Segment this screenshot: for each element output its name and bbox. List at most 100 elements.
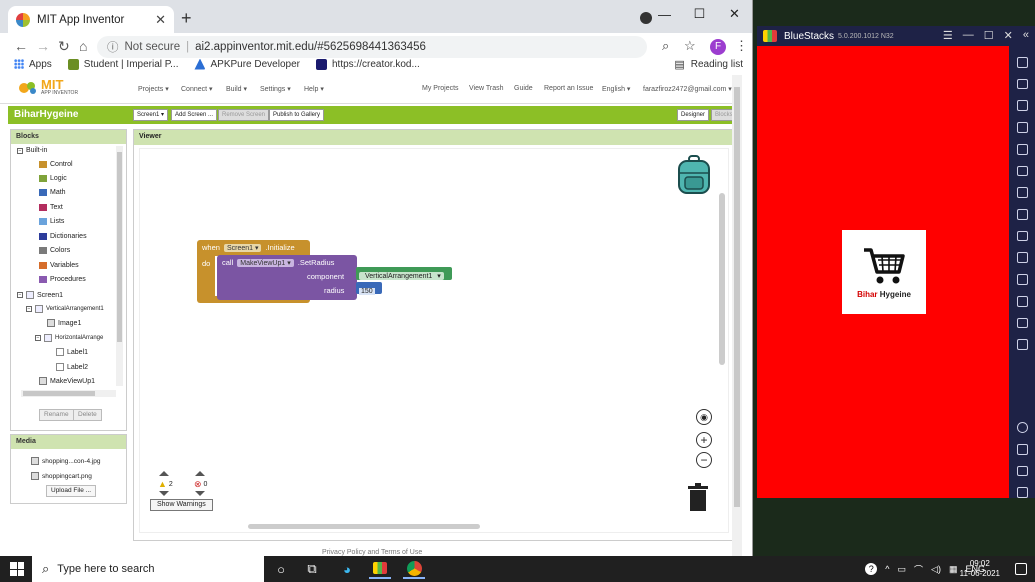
tree-screen1[interactable]: − Screen1 bbox=[17, 291, 63, 299]
menu-connect[interactable]: Connect ▾ bbox=[181, 85, 213, 93]
menu-projects[interactable]: Projects ▾ bbox=[138, 85, 169, 93]
bookmark-star-icon[interactable]: ☆ bbox=[684, 38, 696, 54]
gamepad-icon[interactable] bbox=[1016, 209, 1028, 220]
event-component-dropdown[interactable]: Screen1 ▾ bbox=[223, 243, 262, 252]
fullscreen-icon[interactable] bbox=[1016, 57, 1028, 68]
menu-view-trash[interactable]: View Trash bbox=[469, 85, 504, 92]
chrome-taskbar-icon[interactable] bbox=[403, 559, 425, 579]
tree-item-colors[interactable]: Colors bbox=[39, 247, 70, 254]
bs-maximize-icon[interactable]: ☐ bbox=[984, 29, 994, 42]
windows-start-icon[interactable] bbox=[10, 562, 24, 576]
bs-close-icon[interactable]: ✕ bbox=[1004, 29, 1013, 42]
task-view-icon[interactable]: ⧉ bbox=[301, 559, 323, 579]
publish-gallery-button[interactable]: Publish to Gallery bbox=[269, 109, 325, 121]
scrollbar-thumb[interactable] bbox=[23, 391, 95, 396]
collapse-icon[interactable]: − bbox=[26, 306, 32, 312]
close-tab-icon[interactable]: ✕ bbox=[155, 12, 166, 28]
bs-minimize-icon[interactable]: — bbox=[963, 29, 974, 42]
collapse-icon[interactable]: − bbox=[17, 147, 23, 154]
scrollbar-thumb[interactable] bbox=[117, 152, 122, 342]
add-screen-button[interactable]: Add Screen ... bbox=[171, 109, 218, 121]
edge-icon[interactable]: ◕ bbox=[336, 559, 358, 579]
tree-image1[interactable]: Image1 bbox=[47, 319, 81, 327]
tree-label1[interactable]: Label1 bbox=[56, 348, 88, 356]
tree-item-variables[interactable]: Variables bbox=[39, 262, 79, 269]
reading-list[interactable]: ▤ Reading list bbox=[674, 54, 743, 74]
component-value-block[interactable]: VerticalArrangement1 ▾ bbox=[356, 267, 452, 280]
delete-button[interactable]: Delete bbox=[73, 409, 102, 421]
scrollbar-thumb[interactable] bbox=[734, 87, 740, 507]
notification-center-icon[interactable] bbox=[1015, 563, 1027, 575]
prev-error-icon[interactable] bbox=[195, 471, 205, 476]
tree-builtin[interactable]: − Built-in bbox=[17, 147, 47, 154]
media-item[interactable]: shopping...con-4.jpg bbox=[31, 457, 101, 465]
volume-down-icon[interactable] bbox=[1016, 100, 1028, 112]
tree-item-dictionaries[interactable]: Dictionaries bbox=[39, 233, 87, 240]
bluestacks-taskbar-icon[interactable] bbox=[369, 559, 391, 579]
menu-build[interactable]: Build ▾ bbox=[226, 85, 247, 93]
taskbar-search[interactable]: ⌕ Type here to search bbox=[32, 556, 264, 582]
back-icon[interactable]: ← bbox=[14, 38, 28, 54]
remove-screen-button[interactable]: Remove Screen bbox=[218, 109, 270, 121]
android-screen[interactable]: Bihar Hygeine bbox=[757, 46, 1009, 498]
menu-settings[interactable]: Settings ▾ bbox=[260, 85, 291, 93]
bs-collapse-icon[interactable]: « bbox=[1023, 29, 1029, 42]
next-error-icon[interactable] bbox=[195, 491, 205, 496]
collapse-icon[interactable]: − bbox=[35, 335, 41, 341]
battery-icon[interactable]: ▭ bbox=[898, 564, 907, 575]
workspace-vertical-scrollbar[interactable] bbox=[719, 193, 725, 365]
volume-icon[interactable]: ◁) bbox=[931, 564, 941, 575]
next-warning-icon[interactable] bbox=[159, 491, 169, 496]
page-vertical-scrollbar[interactable] bbox=[732, 75, 742, 556]
tree-makeviewup[interactable]: MakeViewUp1 bbox=[39, 377, 95, 385]
rename-button[interactable]: Rename bbox=[39, 409, 74, 421]
multi-instance-icon[interactable] bbox=[1016, 295, 1028, 307]
screen-select-button[interactable]: Screen1 ▾ bbox=[133, 109, 169, 121]
tree-item-procedures[interactable]: Procedures bbox=[39, 276, 86, 283]
record-icon[interactable] bbox=[1016, 187, 1028, 199]
number-value[interactable]: 150 bbox=[359, 287, 375, 295]
menu-my-projects[interactable]: My Projects bbox=[422, 85, 459, 92]
backpack-icon[interactable] bbox=[676, 155, 712, 195]
maximize-icon[interactable]: ☐ bbox=[682, 0, 717, 28]
tree-item-control[interactable]: Control bbox=[39, 161, 73, 168]
info-icon[interactable]: ⓘ bbox=[107, 39, 119, 55]
rotate-icon[interactable] bbox=[1016, 339, 1028, 351]
upload-file-button[interactable]: Upload File ... bbox=[46, 485, 97, 497]
cortana-icon[interactable]: ○ bbox=[270, 559, 292, 579]
menu-guide[interactable]: Guide bbox=[514, 85, 533, 92]
tree-item-lists[interactable]: Lists bbox=[39, 218, 64, 225]
zoom-out-icon[interactable]: − bbox=[696, 452, 712, 468]
reload-icon[interactable]: ↻ bbox=[58, 38, 70, 55]
bookmark-creator[interactable]: https://creator.kod... bbox=[315, 58, 420, 70]
zoom-in-icon[interactable]: + bbox=[696, 432, 712, 448]
menu-help[interactable]: Help ▾ bbox=[304, 85, 324, 93]
close-window-icon[interactable]: ✕ bbox=[717, 0, 752, 28]
volume-up-icon[interactable] bbox=[1016, 78, 1028, 90]
screenshot-icon[interactable] bbox=[1016, 165, 1028, 177]
menu-report-issue[interactable]: Report an Issue bbox=[544, 85, 593, 92]
settings-gear-icon[interactable] bbox=[1016, 422, 1028, 433]
designer-button[interactable]: Designer bbox=[677, 109, 710, 121]
android-home-icon[interactable] bbox=[1016, 465, 1028, 477]
minimize-icon[interactable]: — bbox=[647, 0, 682, 28]
tree-horizontal-scrollbar[interactable] bbox=[21, 390, 116, 397]
recenter-icon[interactable]: ◉ bbox=[696, 409, 712, 425]
menu-kebab-icon[interactable]: ⋮ bbox=[735, 38, 748, 54]
tree-item-math[interactable]: Math bbox=[39, 189, 66, 196]
menu-language[interactable]: English ▾ bbox=[602, 85, 630, 93]
footer-link[interactable]: Privacy Policy and Terms of Use bbox=[322, 549, 422, 556]
media-icon[interactable] bbox=[1016, 122, 1028, 133]
tree-horizontal-arrangement[interactable]: − HorizontalArrange bbox=[35, 334, 103, 342]
layers-icon[interactable] bbox=[1016, 317, 1028, 329]
collapse-icon[interactable]: − bbox=[17, 292, 23, 298]
help-icon[interactable]: ? bbox=[865, 563, 878, 575]
profile-avatar[interactable]: F bbox=[710, 39, 726, 55]
recent-apps-icon[interactable] bbox=[1016, 487, 1028, 498]
workspace-horizontal-scrollbar[interactable] bbox=[248, 524, 480, 529]
back-arrow-icon[interactable] bbox=[1016, 443, 1028, 455]
menu-account[interactable]: farazfiroz2472@gmail.com ▾ bbox=[643, 85, 732, 93]
new-tab-icon[interactable]: + bbox=[181, 8, 192, 29]
taskbar-clock[interactable]: 09:02 11-06-2021 bbox=[960, 559, 1000, 579]
install-apk-icon[interactable] bbox=[1016, 230, 1028, 242]
